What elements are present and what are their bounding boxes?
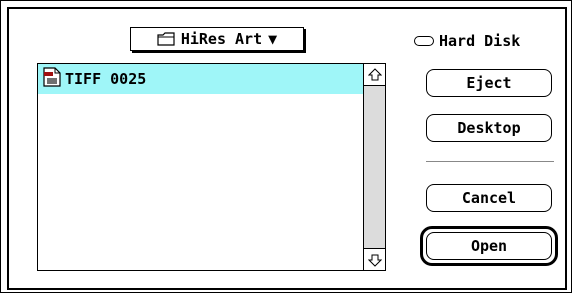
folder-icon (157, 32, 175, 46)
folder-popup-menu[interactable]: HiRes Art ▼ (130, 27, 304, 51)
scrollbar[interactable] (363, 64, 385, 270)
eject-button[interactable]: Eject (426, 69, 552, 97)
cancel-button[interactable]: Cancel (426, 184, 552, 212)
volume-name: Hard Disk (439, 32, 521, 50)
desktop-button[interactable]: Desktop (426, 114, 552, 142)
tiff-document-icon (43, 67, 61, 91)
button-divider (426, 161, 554, 162)
scroll-up-arrow-icon[interactable] (364, 64, 385, 86)
open-button[interactable]: Open (426, 232, 552, 260)
folder-popup-label: HiRes Art (180, 30, 263, 48)
scroll-down-arrow-icon[interactable] (364, 248, 385, 270)
hard-disk-icon (414, 36, 434, 46)
file-list: TIFF 0025 (37, 63, 386, 271)
list-item[interactable]: TIFF 0025 (38, 64, 363, 94)
volume-label: Hard Disk (414, 32, 520, 50)
chevron-down-icon: ▼ (268, 30, 278, 48)
file-name: TIFF 0025 (65, 70, 147, 88)
